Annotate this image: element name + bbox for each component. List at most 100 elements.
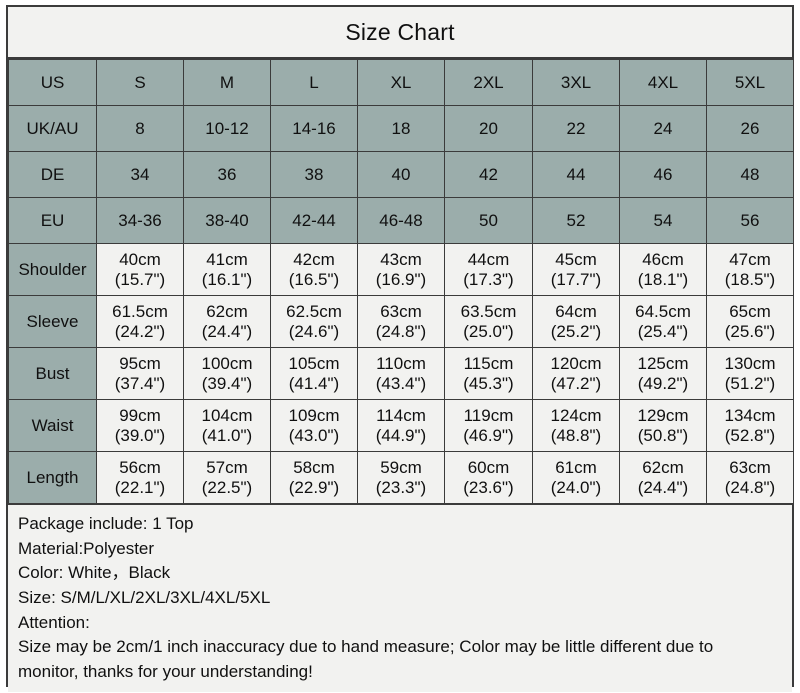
cell-eu-5xl: 56 xyxy=(706,197,794,244)
cell-eu-3xl: 52 xyxy=(532,197,620,244)
cell-waist-5xl: 134cm (52.8") xyxy=(706,399,794,452)
table-row-de: DE 34 36 38 40 42 44 46 48 xyxy=(8,151,794,198)
value-inch: (24.2") xyxy=(114,321,166,341)
cell-length-s: 56cm (22.1") xyxy=(96,451,184,504)
value-inch: (48.8") xyxy=(550,425,602,445)
value-cm: 120cm xyxy=(550,354,602,374)
value-cm: 95cm xyxy=(119,354,161,374)
cell-waist-2xl: 119cm (46.9") xyxy=(444,399,533,452)
value-inch: (24.4") xyxy=(637,477,689,497)
cell-sleeve-2xl: 63.5cm (25.0") xyxy=(444,295,533,348)
note-attention-line-2: monitor, thanks for your understanding! xyxy=(18,661,313,681)
cell-shoulder-5xl: 47cm (18.5") xyxy=(706,243,794,296)
cell-de-m: 36 xyxy=(183,151,271,198)
value-inch: (23.6") xyxy=(463,477,514,497)
note-color: Color: White，Black xyxy=(18,563,171,583)
value-inch: (25.0") xyxy=(463,321,514,341)
value-cm: 43cm xyxy=(380,250,422,270)
value-inch: (18.5") xyxy=(724,269,776,289)
value-cm: 59cm xyxy=(380,458,422,478)
value-cm: 105cm xyxy=(288,354,340,374)
value-inch: (51.2") xyxy=(724,373,776,393)
cell-bust-xl: 110cm (43.4") xyxy=(357,347,445,400)
value-inch: (16.1") xyxy=(201,269,253,289)
value-cm: 134cm xyxy=(724,406,776,426)
value-cm: 115cm xyxy=(463,354,514,374)
value-inch: (43.0") xyxy=(288,425,340,445)
cell-us-s: S xyxy=(96,59,184,106)
value-inch: (22.5") xyxy=(201,477,253,497)
value-cm: 56cm xyxy=(119,458,161,478)
cell-bust-2xl: 115cm (45.3") xyxy=(444,347,533,400)
value-cm: 62cm xyxy=(206,302,248,322)
cell-sleeve-s: 61.5cm (24.2") xyxy=(96,295,184,348)
cell-us-l: L xyxy=(270,59,358,106)
value-cm: 64cm xyxy=(555,302,597,322)
cell-de-3xl: 44 xyxy=(532,151,620,198)
cell-length-5xl: 63cm (24.8") xyxy=(706,451,794,504)
table-row-us: US S M L XL 2XL 3XL 4XL 5XL xyxy=(8,59,794,106)
note-size: Size: S/M/L/XL/2XL/3XL/4XL/5XL xyxy=(18,587,271,607)
cell-sleeve-xl: 63cm (24.8") xyxy=(357,295,445,348)
value-cm: 46cm xyxy=(642,250,684,270)
cell-length-3xl: 61cm (24.0") xyxy=(532,451,620,504)
note-attention-line-1: Size may be 2cm/1 inch inaccuracy due to… xyxy=(18,637,714,657)
note-attention-heading: Attention: xyxy=(18,612,90,632)
value-inch: (44.9") xyxy=(375,425,427,445)
cell-shoulder-l: 42cm (16.5") xyxy=(270,243,358,296)
cell-de-s: 34 xyxy=(96,151,184,198)
row-label-shoulder: Shoulder xyxy=(8,243,97,296)
cell-us-3xl: 3XL xyxy=(532,59,620,106)
table-row-shoulder: Shoulder 40cm (15.7") 41cm (16.1") 42cm … xyxy=(8,243,794,296)
cell-eu-s: 34-36 xyxy=(96,197,184,244)
table-row-ukau: UK/AU 8 10-12 14-16 18 20 22 24 26 xyxy=(8,105,794,152)
value-inch: (47.2") xyxy=(550,373,602,393)
value-cm: 57cm xyxy=(206,458,248,478)
cell-waist-3xl: 124cm (48.8") xyxy=(532,399,620,452)
value-inch: (39.0") xyxy=(114,425,166,445)
cell-waist-l: 109cm (43.0") xyxy=(270,399,358,452)
cell-shoulder-3xl: 45cm (17.7") xyxy=(532,243,620,296)
value-cm: 61cm xyxy=(555,458,597,478)
value-cm: 58cm xyxy=(293,458,335,478)
cell-ukau-m: 10-12 xyxy=(183,105,271,152)
value-cm: 61.5cm xyxy=(112,302,168,322)
cell-de-2xl: 42 xyxy=(444,151,533,198)
value-cm: 64.5cm xyxy=(635,302,691,322)
value-inch: (22.9") xyxy=(288,477,340,497)
row-label-bust: Bust xyxy=(8,347,97,400)
cell-eu-4xl: 54 xyxy=(619,197,707,244)
value-inch: (49.2") xyxy=(637,373,689,393)
value-inch: (39.4") xyxy=(201,373,253,393)
page-title: Size Chart xyxy=(345,18,455,45)
cell-waist-4xl: 129cm (50.8") xyxy=(619,399,707,452)
value-inch: (24.4") xyxy=(201,321,253,341)
value-inch: (16.9") xyxy=(375,269,427,289)
value-inch: (41.4") xyxy=(288,373,340,393)
row-label-eu: EU xyxy=(8,197,97,244)
value-cm: 125cm xyxy=(637,354,689,374)
value-inch: (16.5") xyxy=(288,269,340,289)
value-inch: (22.1") xyxy=(114,477,166,497)
value-inch: (43.4") xyxy=(375,373,427,393)
value-cm: 109cm xyxy=(288,406,340,426)
value-cm: 42cm xyxy=(293,250,335,270)
value-cm: 63cm xyxy=(380,302,422,322)
value-inch: (52.8") xyxy=(724,425,776,445)
value-inch: (24.8") xyxy=(375,321,427,341)
cell-eu-m: 38-40 xyxy=(183,197,271,244)
row-label-waist: Waist xyxy=(8,399,97,452)
value-cm: 40cm xyxy=(119,250,161,270)
note-material: Material:Polyester xyxy=(18,538,155,558)
cell-us-5xl: 5XL xyxy=(706,59,794,106)
size-chart-document: Size Chart US S M L XL 2XL 3XL 4XL 5XL U… xyxy=(0,0,800,693)
note-package-include: Package include: 1 Top xyxy=(18,514,194,533)
cell-bust-l: 105cm (41.4") xyxy=(270,347,358,400)
cell-ukau-xl: 18 xyxy=(357,105,445,152)
value-cm: 65cm xyxy=(729,302,771,322)
row-label-length: Length xyxy=(8,451,97,504)
cell-waist-m: 104cm (41.0") xyxy=(183,399,271,452)
value-cm: 63.5cm xyxy=(460,302,517,322)
cell-ukau-4xl: 24 xyxy=(619,105,707,152)
cell-sleeve-5xl: 65cm (25.6") xyxy=(706,295,794,348)
